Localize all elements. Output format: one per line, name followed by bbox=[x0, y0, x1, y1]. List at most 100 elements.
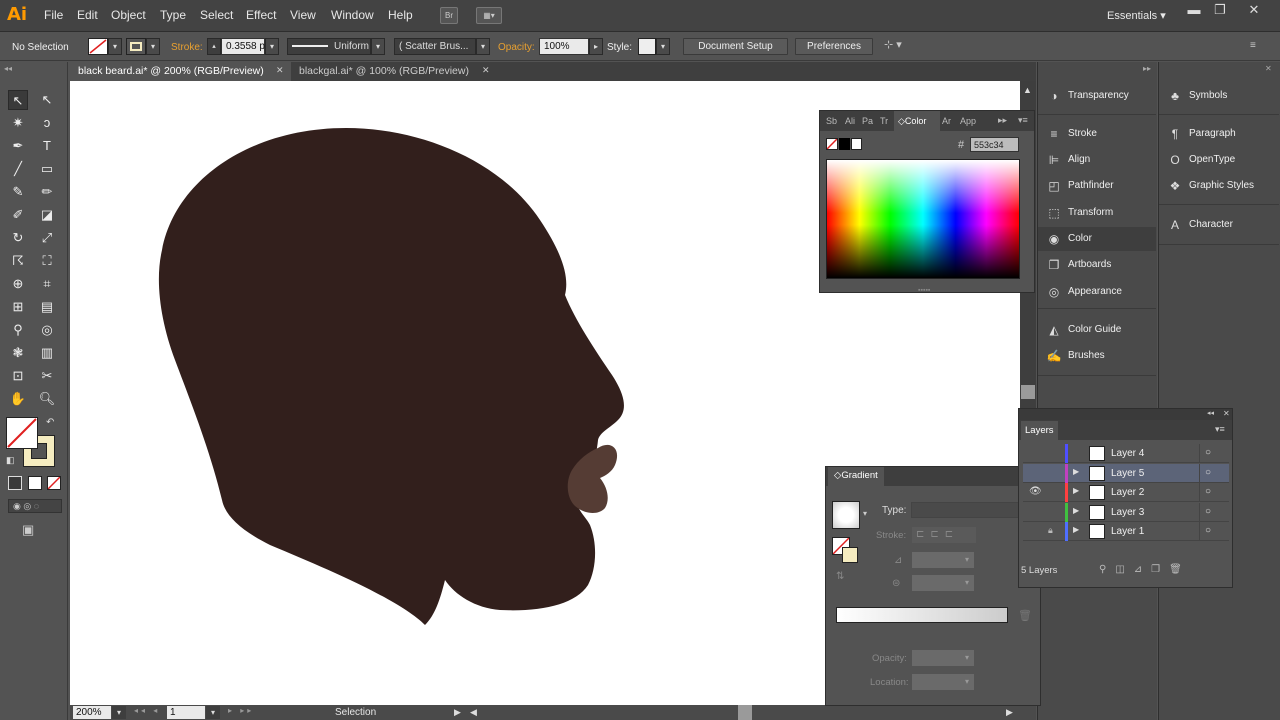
mesh-tool-icon[interactable]: ⊞ bbox=[8, 297, 28, 317]
dock-color[interactable]: ◉ Color bbox=[1038, 227, 1156, 251]
new-layer-icon[interactable]: ❐ bbox=[1151, 564, 1169, 575]
default-colors-icon[interactable]: ◧ bbox=[6, 455, 15, 466]
scale-tool-icon[interactable]: ⤢ bbox=[37, 228, 57, 248]
tab-align[interactable]: Ali bbox=[845, 116, 855, 126]
scroll-left-icon[interactable]: ◀ bbox=[470, 707, 477, 718]
color-spectrum[interactable] bbox=[826, 159, 1020, 279]
stroke-profile-dropdown[interactable]: ▾ bbox=[371, 38, 385, 55]
blob-brush-tool-icon[interactable]: ✐ bbox=[8, 205, 28, 225]
arrange-icon[interactable]: ⊹ ▾ bbox=[884, 38, 914, 55]
gradient-mode-icon[interactable] bbox=[28, 476, 42, 490]
selection-tool-icon[interactable]: ↖ bbox=[8, 90, 28, 110]
stroke-label[interactable]: Stroke: bbox=[171, 40, 203, 57]
control-panel-menu-icon[interactable]: ≡ bbox=[1250, 38, 1256, 55]
bridge-button[interactable]: Br bbox=[440, 7, 458, 24]
target-circle-icon[interactable]: ○ bbox=[1205, 525, 1211, 536]
perspective-grid-tool-icon[interactable]: ⌗ bbox=[37, 274, 57, 294]
tab-artboards[interactable]: Ar bbox=[942, 116, 951, 126]
lock-icon[interactable]: 🔒︎ bbox=[1048, 525, 1053, 536]
tab-color[interactable]: ◇Color bbox=[894, 111, 940, 131]
pen-tool-icon[interactable]: ✒ bbox=[8, 136, 28, 156]
horizontal-scroll-thumb[interactable] bbox=[738, 705, 752, 720]
dock-artboards[interactable]: ❐ Artboards bbox=[1038, 253, 1156, 277]
gradient-stroke-icon[interactable] bbox=[842, 547, 858, 563]
arrange-documents-button[interactable]: ▦▾ bbox=[476, 7, 502, 24]
rectangle-tool-icon[interactable]: ▭ bbox=[37, 159, 57, 179]
close-icon[interactable]: ✕ bbox=[1240, 0, 1268, 20]
graphic-style-dropdown[interactable]: ▾ bbox=[656, 38, 670, 55]
expand-triangle-icon[interactable]: ▶ bbox=[1073, 486, 1079, 495]
layer-row[interactable]: ▶ Layer 3 ○ bbox=[1023, 502, 1229, 522]
gradient-slider[interactable] bbox=[836, 607, 1008, 623]
fill-color-box[interactable] bbox=[6, 417, 38, 449]
menu-window[interactable]: Window bbox=[331, 8, 374, 22]
screen-mode-icon[interactable]: ▣ bbox=[22, 522, 34, 538]
angle-dropdown[interactable]: ▾ bbox=[960, 552, 974, 568]
visibility-eye-icon[interactable]: 👁︎ bbox=[1029, 486, 1042, 497]
tab-black-beard[interactable]: black beard.ai* @ 200% (RGB/Preview) bbox=[70, 62, 291, 81]
tab-appearance[interactable]: App bbox=[960, 116, 976, 126]
dock-brushes[interactable]: ✍ Brushes bbox=[1038, 344, 1156, 368]
layer-name[interactable]: Layer 1 bbox=[1111, 526, 1144, 537]
color-mode-icon[interactable] bbox=[8, 476, 22, 490]
menu-type[interactable]: Type bbox=[160, 8, 186, 22]
none-mode-icon[interactable] bbox=[47, 476, 61, 490]
reverse-gradient-icon[interactable]: ⇅ bbox=[836, 571, 844, 582]
line-tool-icon[interactable]: ╱ bbox=[8, 159, 28, 179]
black-swatch[interactable] bbox=[839, 138, 850, 150]
menu-object[interactable]: Object bbox=[111, 8, 146, 22]
warp-tool-icon[interactable]: ☈ bbox=[8, 251, 28, 271]
dock-expand-icon[interactable]: ▸▸ bbox=[1143, 64, 1151, 73]
target-circle-icon[interactable]: ○ bbox=[1205, 506, 1211, 517]
symbol-sprayer-tool-icon[interactable]: ❃ bbox=[8, 343, 28, 363]
delete-layer-icon[interactable]: 🗑︎ bbox=[1169, 564, 1191, 575]
layer-name[interactable]: Layer 5 bbox=[1111, 468, 1144, 479]
brush-select[interactable]: ( Scatter Brus... bbox=[394, 38, 476, 55]
menu-help[interactable]: Help bbox=[388, 8, 413, 22]
location-field[interactable] bbox=[912, 674, 960, 690]
dock-color-guide[interactable]: ◭ Color Guide bbox=[1038, 318, 1156, 342]
panel-resize-grip[interactable]: ▪▪▪▪▪ bbox=[918, 287, 930, 294]
close-tab-icon[interactable]: ✕ bbox=[482, 65, 490, 76]
layer-row[interactable]: Layer 4 ○ bbox=[1023, 444, 1229, 463]
layer-row[interactable]: 🔒︎ ▶ Layer 1 ○ bbox=[1023, 522, 1229, 542]
expand-triangle-icon[interactable]: ▶ bbox=[1073, 506, 1079, 515]
slice-tool-icon[interactable]: ✂ bbox=[37, 366, 57, 386]
eyedropper-tool-icon[interactable]: ⚲ bbox=[8, 320, 28, 340]
dock-paragraph[interactable]: ¶ Paragraph bbox=[1159, 122, 1277, 146]
swap-fill-stroke-icon[interactable]: ↶ bbox=[46, 417, 54, 428]
dock-character[interactable]: A Character bbox=[1159, 213, 1277, 237]
expand-triangle-icon[interactable]: ▶ bbox=[1073, 467, 1079, 476]
workspace-switcher[interactable]: Essentials ▾ bbox=[1107, 9, 1166, 22]
drawing-modes-icon[interactable]: ◉ ◎ ◌ bbox=[8, 499, 62, 513]
make-clipping-mask-icon[interactable]: ◫ bbox=[1115, 564, 1133, 575]
paintbrush-tool-icon[interactable]: ✎ bbox=[8, 182, 28, 202]
shape-builder-tool-icon[interactable]: ⊕ bbox=[8, 274, 28, 294]
artboard-field[interactable]: 1 bbox=[167, 706, 205, 719]
close-tab-icon[interactable]: ✕ bbox=[276, 65, 284, 76]
dock-opentype[interactable]: O OpenType bbox=[1159, 148, 1277, 172]
stroke-gradient-type-icons[interactable]: ⊏⊏⊏ bbox=[912, 527, 976, 543]
layer-name[interactable]: Layer 2 bbox=[1111, 487, 1144, 498]
create-sublayer-icon[interactable]: ⊿ bbox=[1134, 564, 1151, 575]
document-setup-button[interactable]: Document Setup bbox=[683, 38, 788, 55]
opacity-field[interactable]: 100% bbox=[539, 38, 589, 55]
fill-dropdown[interactable]: ▾ bbox=[108, 38, 122, 55]
artboard-dropdown[interactable]: ▾ bbox=[206, 706, 220, 719]
tab-pathfinder[interactable]: Pa bbox=[862, 116, 873, 126]
gradient-opacity-field[interactable] bbox=[912, 650, 960, 666]
target-circle-icon[interactable]: ○ bbox=[1205, 447, 1211, 458]
gradient-opacity-dropdown[interactable]: ▾ bbox=[960, 650, 974, 666]
dock-symbols[interactable]: ♣ Symbols bbox=[1159, 84, 1277, 108]
menu-view[interactable]: View bbox=[290, 8, 316, 22]
stroke-swatch[interactable] bbox=[126, 38, 146, 55]
aspect-ratio-dropdown[interactable]: ▾ bbox=[960, 575, 974, 591]
layer-name[interactable]: Layer 3 bbox=[1111, 507, 1144, 518]
locate-object-icon[interactable]: ⚲ bbox=[1099, 564, 1115, 575]
eraser-tool-icon[interactable]: ◪ bbox=[37, 205, 57, 225]
layers-panel-titlebar[interactable]: ◂◂ ✕ bbox=[1019, 409, 1232, 420]
artboard-tool-icon[interactable]: ⊡ bbox=[8, 366, 28, 386]
gradient-tool-icon[interactable]: ▤ bbox=[37, 297, 57, 317]
restore-icon[interactable]: ❐ bbox=[1206, 0, 1234, 20]
rotate-tool-icon[interactable]: ↻ bbox=[8, 228, 28, 248]
